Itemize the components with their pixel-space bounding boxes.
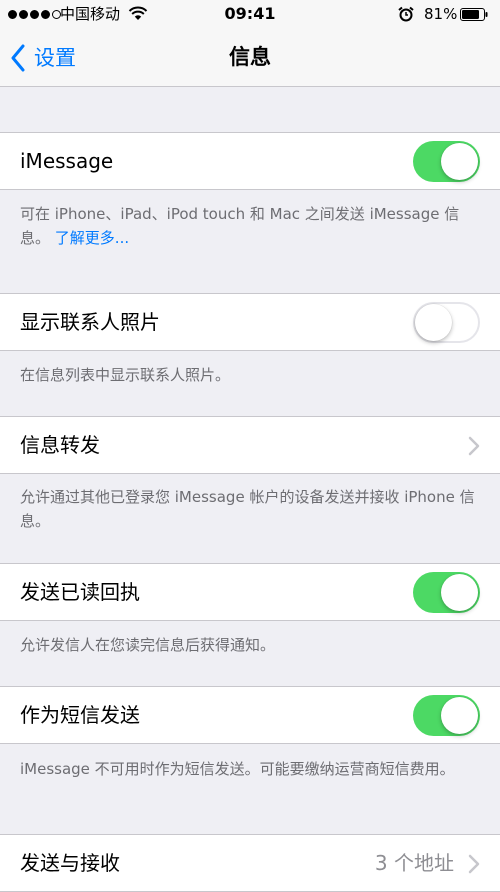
send-as-sms-footer: iMessage 不可用时作为短信发送。可能要缴纳运营商短信费用。 [20,760,455,778]
chevron-right-icon [468,436,480,456]
page-title: 信息 [229,45,271,69]
read-receipts-footer: 允许发信人在您读完信息后获得通知。 [20,636,276,654]
send-as-sms-label: 作为短信发送 [20,703,140,727]
imessage-footer: 可在 iPhone、iPad、iPod touch 和 Mac 之间发送 iMe… [20,202,480,250]
imessage-row: iMessage [0,132,500,190]
address-count: 3 个地址 [374,851,454,875]
battery-percentage: 81% [424,5,458,23]
contact-photos-footer: 在信息列表中显示联系人照片。 [20,366,231,384]
chevron-right-icon [468,854,480,874]
send-receive-row[interactable]: 发送与接收 3 个地址 [0,834,500,892]
alarm-clock-icon [398,6,414,22]
forwarding-footer: 允许通过其他已登录您 iMessage 帐户的设备发送并接收 iPhone 信息… [20,488,475,530]
contact-photos-label: 显示联系人照片 [20,310,160,334]
send-receive-label: 发送与接收 [20,851,120,875]
navigation-bar: 设置 信息 [0,30,500,87]
contact-photos-toggle[interactable] [413,302,480,343]
read-receipts-toggle[interactable] [413,572,480,613]
battery-icon [460,8,488,21]
read-receipts-row: 发送已读回执 [0,563,500,621]
send-as-sms-row: 作为短信发送 [0,686,500,744]
forwarding-row[interactable]: 信息转发 [0,416,500,474]
read-receipts-label: 发送已读回执 [20,580,140,604]
imessage-toggle[interactable] [413,141,480,182]
send-as-sms-toggle[interactable] [413,695,480,736]
imessage-label: iMessage [20,149,114,173]
contact-photos-row: 显示联系人照片 [0,293,500,351]
status-bar: 中国移动 09:41 81% [0,0,500,30]
forwarding-label: 信息转发 [20,433,100,457]
learn-more-link[interactable]: 了解更多... [55,229,129,247]
